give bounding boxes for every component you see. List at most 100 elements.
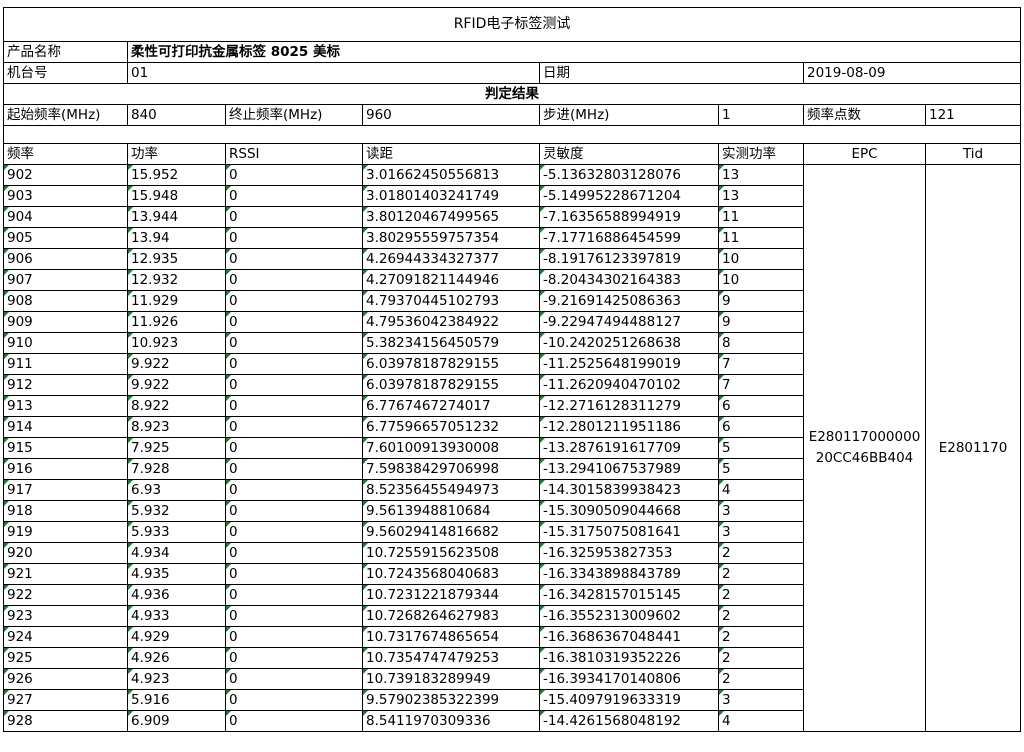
frequency-points-label[interactable]: 频率点数 bbox=[803, 104, 926, 126]
header-tid[interactable]: Tid bbox=[924, 143, 1022, 165]
sensitivity-cell[interactable]: -16.3428157015145 bbox=[539, 584, 719, 606]
rssi-cell[interactable]: 0 bbox=[225, 395, 363, 417]
sensitivity-cell[interactable]: -15.4097919633319 bbox=[539, 689, 719, 711]
measured-power-cell[interactable]: 6 bbox=[718, 395, 804, 417]
power-cell[interactable]: 8.922 bbox=[127, 395, 226, 417]
sensitivity-cell[interactable]: -8.20434302164383 bbox=[539, 269, 719, 291]
measured-power-cell[interactable]: 8 bbox=[718, 332, 804, 354]
frequency-cell[interactable]: 910 bbox=[3, 332, 128, 354]
measured-power-cell[interactable]: 4 bbox=[718, 479, 804, 501]
rssi-cell[interactable]: 0 bbox=[225, 605, 363, 627]
read-distance-cell[interactable]: 8.52356455494973 bbox=[362, 479, 540, 501]
header-power[interactable]: 功率 bbox=[127, 143, 226, 165]
measured-power-cell[interactable]: 2 bbox=[718, 605, 804, 627]
frequency-cell[interactable]: 908 bbox=[3, 290, 128, 312]
start-frequency-value[interactable]: 840 bbox=[127, 104, 226, 126]
tid-value[interactable]: E2801170 bbox=[924, 164, 1022, 732]
read-distance-cell[interactable]: 10.7255915623508 bbox=[362, 542, 540, 564]
read-distance-cell[interactable]: 3.01801403241749 bbox=[362, 185, 540, 207]
rssi-cell[interactable]: 0 bbox=[225, 290, 363, 312]
measured-power-cell[interactable]: 10 bbox=[718, 269, 804, 291]
header-epc[interactable]: EPC bbox=[803, 143, 926, 165]
measured-power-cell[interactable]: 2 bbox=[718, 626, 804, 648]
read-distance-cell[interactable]: 10.739183289949 bbox=[362, 668, 540, 690]
frequency-cell[interactable]: 923 bbox=[3, 605, 128, 627]
power-cell[interactable]: 4.935 bbox=[127, 563, 226, 585]
rssi-cell[interactable]: 0 bbox=[225, 458, 363, 480]
sensitivity-cell[interactable]: -10.2420251268638 bbox=[539, 332, 719, 354]
frequency-cell[interactable]: 919 bbox=[3, 521, 128, 543]
sensitivity-cell[interactable]: -13.2876191617709 bbox=[539, 437, 719, 459]
read-distance-cell[interactable]: 9.56029414816682 bbox=[362, 521, 540, 543]
power-cell[interactable]: 12.932 bbox=[127, 269, 226, 291]
power-cell[interactable]: 7.925 bbox=[127, 437, 226, 459]
measured-power-cell[interactable]: 10 bbox=[718, 248, 804, 270]
sensitivity-cell[interactable]: -12.2801211951186 bbox=[539, 416, 719, 438]
frequency-cell[interactable]: 925 bbox=[3, 647, 128, 669]
sensitivity-cell[interactable]: -8.19176123397819 bbox=[539, 248, 719, 270]
frequency-cell[interactable]: 915 bbox=[3, 437, 128, 459]
rssi-cell[interactable]: 0 bbox=[225, 521, 363, 543]
rssi-cell[interactable]: 0 bbox=[225, 206, 363, 228]
sensitivity-cell[interactable]: -16.3810319352226 bbox=[539, 647, 719, 669]
header-frequency[interactable]: 频率 bbox=[3, 143, 128, 165]
product-name-label[interactable]: 产品名称 bbox=[3, 41, 128, 63]
read-distance-cell[interactable]: 10.7231221879344 bbox=[362, 584, 540, 606]
measured-power-cell[interactable]: 7 bbox=[718, 353, 804, 375]
frequency-cell[interactable]: 922 bbox=[3, 584, 128, 606]
frequency-cell[interactable]: 924 bbox=[3, 626, 128, 648]
rssi-cell[interactable]: 0 bbox=[225, 542, 363, 564]
power-cell[interactable]: 9.922 bbox=[127, 374, 226, 396]
rssi-cell[interactable]: 0 bbox=[225, 332, 363, 354]
measured-power-cell[interactable]: 2 bbox=[718, 668, 804, 690]
rssi-cell[interactable]: 0 bbox=[225, 563, 363, 585]
power-cell[interactable]: 5.932 bbox=[127, 500, 226, 522]
machine-number-value[interactable]: 01 bbox=[127, 62, 540, 84]
measured-power-cell[interactable]: 3 bbox=[718, 521, 804, 543]
power-cell[interactable]: 9.922 bbox=[127, 353, 226, 375]
power-cell[interactable]: 11.929 bbox=[127, 290, 226, 312]
measured-power-cell[interactable]: 9 bbox=[718, 290, 804, 312]
measured-power-cell[interactable]: 7 bbox=[718, 374, 804, 396]
frequency-cell[interactable]: 918 bbox=[3, 500, 128, 522]
product-name-value[interactable]: 柔性可打印抗金属标签 8025 美标 bbox=[126, 41, 1022, 63]
frequency-cell[interactable]: 905 bbox=[3, 227, 128, 249]
power-cell[interactable]: 13.94 bbox=[127, 227, 226, 249]
sheet-title[interactable]: RFID电子标签测试 bbox=[2, 7, 1022, 42]
frequency-cell[interactable]: 906 bbox=[3, 248, 128, 270]
frequency-cell[interactable]: 920 bbox=[3, 542, 128, 564]
measured-power-cell[interactable]: 4 bbox=[718, 710, 804, 732]
power-cell[interactable]: 4.936 bbox=[127, 584, 226, 606]
frequency-cell[interactable]: 916 bbox=[3, 458, 128, 480]
measured-power-cell[interactable]: 3 bbox=[718, 500, 804, 522]
power-cell[interactable]: 4.926 bbox=[127, 647, 226, 669]
blank-row[interactable] bbox=[2, 125, 1022, 144]
rssi-cell[interactable]: 0 bbox=[225, 689, 363, 711]
header-sensitivity[interactable]: 灵敏度 bbox=[539, 143, 719, 165]
sensitivity-cell[interactable]: -9.22947494488127 bbox=[539, 311, 719, 333]
frequency-cell[interactable]: 912 bbox=[3, 374, 128, 396]
power-cell[interactable]: 5.916 bbox=[127, 689, 226, 711]
date-value[interactable]: 2019-08-09 bbox=[802, 62, 1022, 84]
power-cell[interactable]: 4.933 bbox=[127, 605, 226, 627]
read-distance-cell[interactable]: 10.7354747479253 bbox=[362, 647, 540, 669]
sensitivity-cell[interactable]: -16.3934170140806 bbox=[539, 668, 719, 690]
frequency-cell[interactable]: 902 bbox=[3, 164, 128, 186]
read-distance-cell[interactable]: 3.80295559757354 bbox=[362, 227, 540, 249]
epc-value[interactable]: E280117000000 20CC46BB404 bbox=[803, 164, 926, 732]
measured-power-cell[interactable]: 5 bbox=[718, 458, 804, 480]
header-rssi[interactable]: RSSI bbox=[225, 143, 363, 165]
header-measured-power[interactable]: 实测功率 bbox=[718, 143, 804, 165]
sensitivity-cell[interactable]: -15.3090509044668 bbox=[539, 500, 719, 522]
start-frequency-label[interactable]: 起始频率(MHz) bbox=[3, 104, 128, 126]
power-cell[interactable]: 6.909 bbox=[127, 710, 226, 732]
measured-power-cell[interactable]: 11 bbox=[718, 206, 804, 228]
measured-power-cell[interactable]: 13 bbox=[718, 164, 804, 186]
sensitivity-cell[interactable]: -9.21691425086363 bbox=[539, 290, 719, 312]
sensitivity-cell[interactable]: -14.4261568048192 bbox=[539, 710, 719, 732]
read-distance-cell[interactable]: 9.5613948810684 bbox=[362, 500, 540, 522]
rssi-cell[interactable]: 0 bbox=[225, 164, 363, 186]
date-label[interactable]: 日期 bbox=[539, 62, 804, 84]
sensitivity-cell[interactable]: -11.2620940470102 bbox=[539, 374, 719, 396]
sensitivity-cell[interactable]: -16.3343898843789 bbox=[539, 563, 719, 585]
